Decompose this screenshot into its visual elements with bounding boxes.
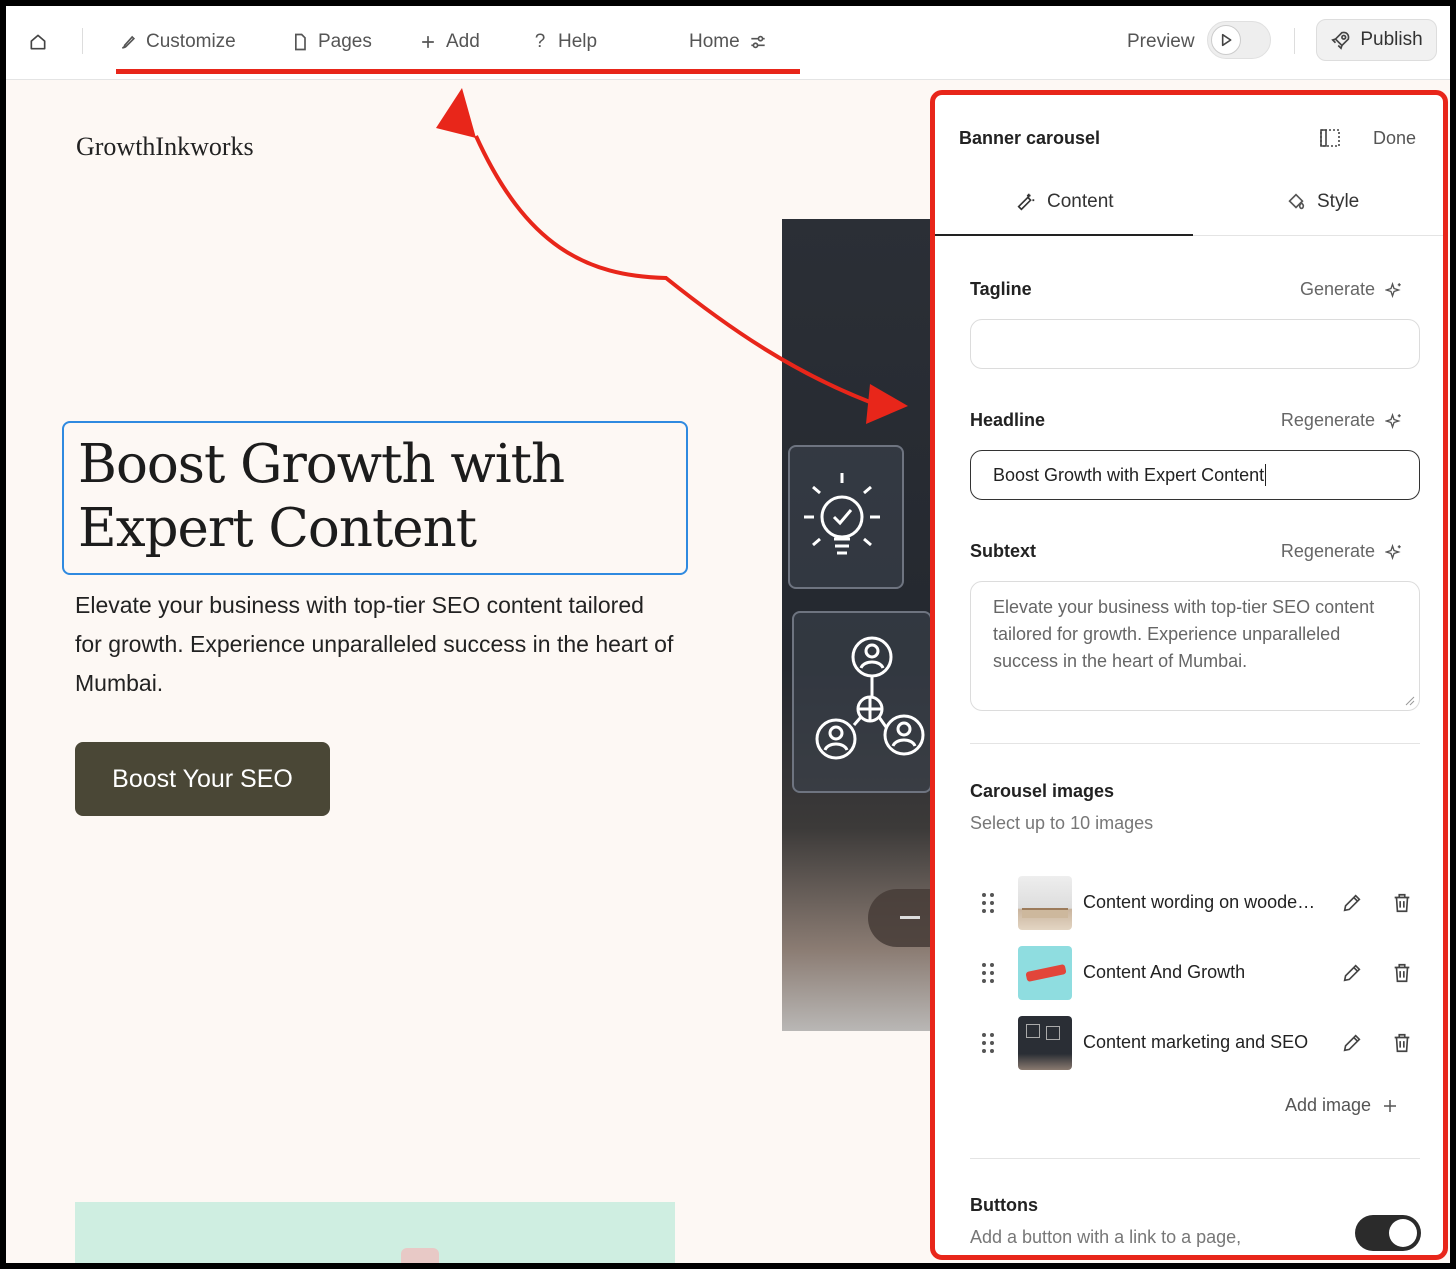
image-thumbnail (1018, 946, 1072, 1000)
headline-label: Headline (970, 410, 1046, 430)
carousel-images-title: Carousel images (970, 781, 1115, 801)
plus-icon (1384, 1099, 1396, 1112)
banner-carousel-panel: Banner carousel Done Content Style Tagli… (930, 90, 1448, 1260)
layout-toggle-icon[interactable] (1319, 127, 1341, 149)
tagline-input[interactable] (970, 319, 1420, 369)
panel-scrollbar[interactable] (1445, 245, 1448, 1045)
subtext-label: Subtext (970, 541, 1037, 561)
subtext-regenerate-button[interactable]: Regenerate (1281, 541, 1403, 562)
image-name: Content marketing and SEO (1083, 1032, 1309, 1052)
text-caret (1265, 464, 1267, 486)
trash-icon[interactable] (1391, 961, 1413, 985)
carousel-images-subtitle: Select up to 10 images (970, 813, 1154, 833)
tagline-generate-button[interactable]: Generate (1300, 279, 1403, 300)
drag-handle-icon[interactable] (981, 892, 995, 914)
section-divider (970, 743, 1420, 744)
icon-cards (1046, 1026, 1060, 1040)
carousel-image-row[interactable]: Content And Growth (975, 946, 1415, 1002)
icon-cards (1026, 1024, 1040, 1038)
panel-title: Banner carousel (959, 128, 1101, 148)
generate-label: Generate (1299, 279, 1375, 299)
carousel-image-row[interactable]: Content wording on wooden blocks (975, 876, 1415, 932)
tab-active-indicator (935, 234, 1193, 236)
wooden-blocks (1022, 908, 1068, 918)
headline-input[interactable]: Boost Growth with Expert Content (970, 450, 1420, 500)
tab-content[interactable]: Content (1015, 191, 1114, 213)
editor-window: Customize Pages Add ? Help Home Preview … (6, 6, 1450, 1263)
regenerate-label: Regenerate (1280, 541, 1375, 561)
done-button[interactable]: Done (1373, 128, 1416, 149)
section-divider (970, 1158, 1420, 1159)
trash-icon[interactable] (1391, 891, 1413, 915)
paint-bucket-icon (1288, 193, 1305, 210)
headline-regenerate-button[interactable]: Regenerate (1281, 410, 1403, 431)
buttons-toggle-knob (1389, 1219, 1417, 1247)
sparkle-icon (1385, 281, 1401, 298)
subtext-textarea-value: Elevate your business with top-tier SEO … (993, 597, 1375, 671)
regenerate-label: Regenerate (1280, 410, 1375, 430)
buttons-subtitle: Add a button with a link to a page, (970, 1227, 1242, 1247)
buttons-toggle[interactable] (1355, 1215, 1421, 1251)
add-image-label: Add image (1284, 1095, 1371, 1115)
image-name: Content And Growth (1083, 962, 1246, 982)
resize-grip-icon[interactable] (1405, 696, 1415, 706)
image-name: Content wording on wooden blocks (1083, 892, 1323, 912)
drag-handle-icon[interactable] (981, 1032, 995, 1054)
trash-icon[interactable] (1391, 1031, 1413, 1055)
tagline-label: Tagline (970, 279, 1032, 299)
tab-content-label: Content (1047, 191, 1114, 212)
drag-handle-icon[interactable] (981, 962, 995, 984)
magic-pencil-icon (1017, 193, 1035, 211)
pencil-icon[interactable] (1341, 892, 1363, 914)
headline-input-value: Boost Growth with Expert Content (993, 464, 1265, 485)
pencil-icon[interactable] (1341, 962, 1363, 984)
pencil-icon[interactable] (1341, 1032, 1363, 1054)
image-thumbnail (1018, 876, 1072, 930)
image-thumbnail (1018, 1016, 1072, 1070)
subtext-textarea[interactable]: Elevate your business with top-tier SEO … (970, 581, 1420, 711)
carousel-image-row[interactable]: Content marketing and SEO (975, 1016, 1415, 1072)
tab-style[interactable]: Style (1285, 191, 1359, 213)
sparkle-icon (1385, 543, 1401, 560)
tab-style-label: Style (1317, 191, 1360, 212)
add-image-button[interactable]: Add image (1285, 1095, 1399, 1116)
crayon-shape (1025, 963, 1067, 983)
buttons-title: Buttons (970, 1195, 1038, 1215)
sparkle-icon (1385, 412, 1401, 429)
